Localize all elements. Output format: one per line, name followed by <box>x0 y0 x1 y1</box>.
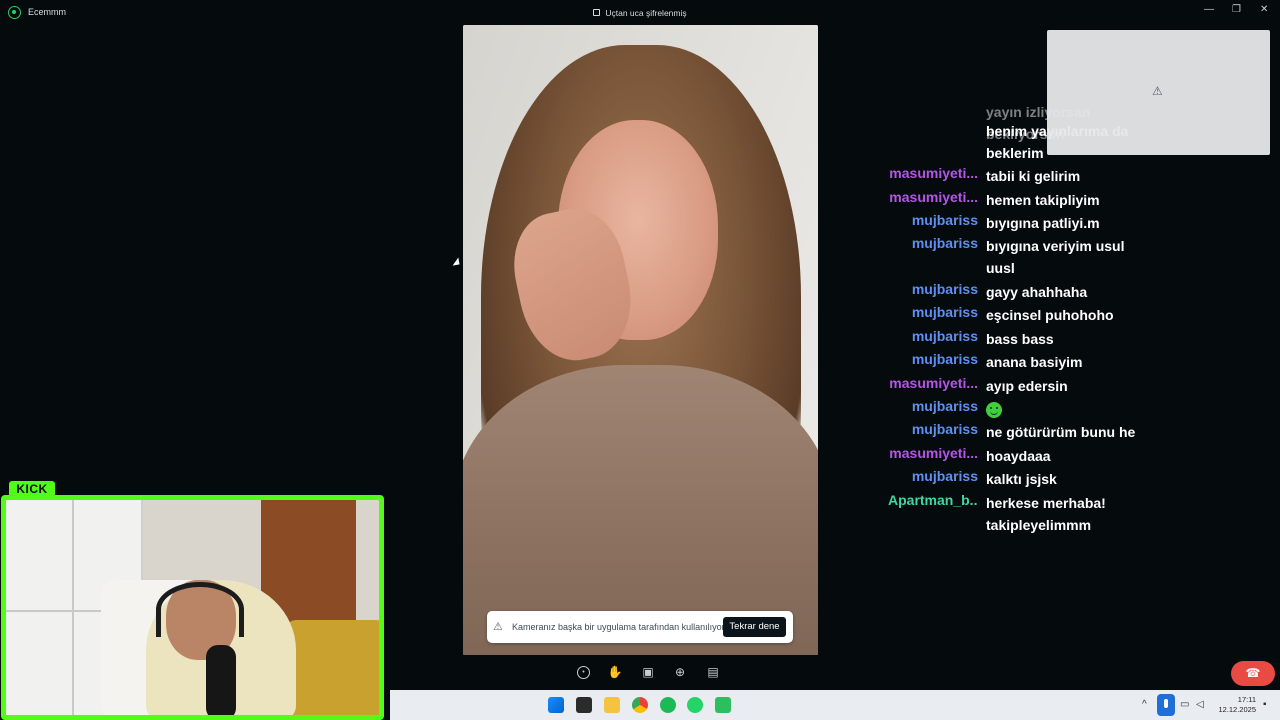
task-view-icon[interactable] <box>576 697 592 713</box>
chat-username[interactable]: mujbariss <box>888 281 978 297</box>
camera-warning-banner: ⚠ Kameranız başka bir uygulama tarafında… <box>487 611 793 643</box>
chat-text: ne götürürüm bunu he <box>986 424 1136 440</box>
warning-icon: ⚠ <box>493 621 503 633</box>
streamer-webcam <box>1 495 384 720</box>
terminal-icon[interactable] <box>715 697 731 713</box>
clock-time: 17:11 <box>1237 695 1256 704</box>
end-call-button[interactable]: ☎ <box>1231 661 1275 686</box>
close-button[interactable]: ✕ <box>1260 4 1268 15</box>
minimize-button[interactable]: — <box>1204 4 1214 15</box>
windows-taskbar: ^ ▭ ◁ 17:11 12.12.2025 ▪ <box>390 690 1280 720</box>
add-person-icon[interactable]: ⊕ <box>672 664 688 680</box>
chat-username[interactable]: mujbariss <box>888 468 978 484</box>
chat-emote <box>986 398 1146 420</box>
cam-headset <box>156 582 244 637</box>
maximize-button[interactable]: ❐ <box>1232 4 1241 15</box>
chat-text: herkese merhaba! takipleyelimmm <box>986 495 1106 533</box>
chat-username[interactable]: mujbariss <box>888 351 978 367</box>
clock-date: 12.12.2025 <box>1218 705 1256 714</box>
notification-icon[interactable]: ▪ <box>1263 699 1267 710</box>
smiley-emote-icon <box>986 402 1002 419</box>
chat-text: kalktı jsjsk <box>986 471 1057 487</box>
more-icon[interactable]: ▤ <box>705 664 721 680</box>
volume-icon[interactable]: ◁ <box>1196 699 1204 710</box>
chat-username[interactable]: mujbariss <box>888 304 978 320</box>
chat-text: ayıp edersin <box>986 378 1068 394</box>
chat-username[interactable]: mujbariss <box>888 421 978 437</box>
lock-icon <box>593 9 601 16</box>
remote-video <box>463 25 818 655</box>
chat-text: gayy ahahhaha <box>986 284 1088 300</box>
chat-text: tabii ki gelirim <box>986 168 1081 184</box>
chrome-icon[interactable] <box>632 697 648 713</box>
emoji-icon[interactable]: • <box>577 666 590 679</box>
mouse-cursor-icon <box>452 257 463 269</box>
chat-username[interactable]: masumiyeti... <box>888 165 978 181</box>
chat-username[interactable]: masumiyeti... <box>888 445 978 461</box>
whatsapp-icon[interactable] <box>687 697 703 713</box>
chat-username[interactable]: Apartman_b... <box>888 492 978 508</box>
screen-share-icon[interactable]: ▣ <box>640 664 656 680</box>
chat-text: bass bass <box>986 331 1054 347</box>
chat-username[interactable]: mujbariss <box>888 235 978 251</box>
encryption-notice: Uçtan uca şifrelenmiş <box>0 8 1280 18</box>
cam-sofa <box>286 620 379 715</box>
self-video-preview[interactable]: ⚠ <box>1047 30 1270 155</box>
retry-button[interactable]: Tekrar dene <box>723 617 786 637</box>
chat-text: bıyıgına veriyim usul uusl <box>986 238 1125 276</box>
file-explorer-icon[interactable] <box>604 697 620 713</box>
chat-username[interactable]: masumiyeti... <box>888 375 978 391</box>
phone-hangup-icon: ☎ <box>1245 666 1261 680</box>
system-clock[interactable]: 17:11 12.12.2025 <box>1208 695 1256 715</box>
camera-warning-text: Kameranız başka bir uygulama tarafından … <box>512 622 727 632</box>
encryption-text: Uçtan uca şifrelenmiş <box>605 8 687 18</box>
chat-username[interactable]: masumiyeti... <box>888 189 978 205</box>
chat-text: eşcinsel puhohoho <box>986 307 1114 323</box>
chat-text: hoaydaaa <box>986 448 1051 464</box>
microphone-icon[interactable] <box>1157 694 1175 716</box>
chevron-up-icon[interactable]: ^ <box>1142 699 1147 710</box>
chat-text: bıyıgına patliyi.m <box>986 215 1100 231</box>
spotify-icon[interactable] <box>660 697 676 713</box>
raise-hand-icon[interactable]: ✋ <box>607 664 623 680</box>
cam-microphone <box>206 645 236 715</box>
windows-start-icon[interactable] <box>548 697 564 713</box>
network-icon[interactable]: ▭ <box>1180 699 1189 710</box>
chat-username[interactable]: mujbariss <box>888 212 978 228</box>
camera-unavailable-icon: ⚠ <box>1152 84 1163 98</box>
title-bar: Ecemmm Uçtan uca şifrelenmiş — ❐ ✕ <box>0 0 1280 25</box>
chat-text: hemen takipliyim <box>986 192 1100 208</box>
chat-username[interactable]: mujbariss <box>888 398 978 414</box>
chat-text: anana basiyim <box>986 354 1083 370</box>
chat-username[interactable]: mujbariss <box>888 328 978 344</box>
